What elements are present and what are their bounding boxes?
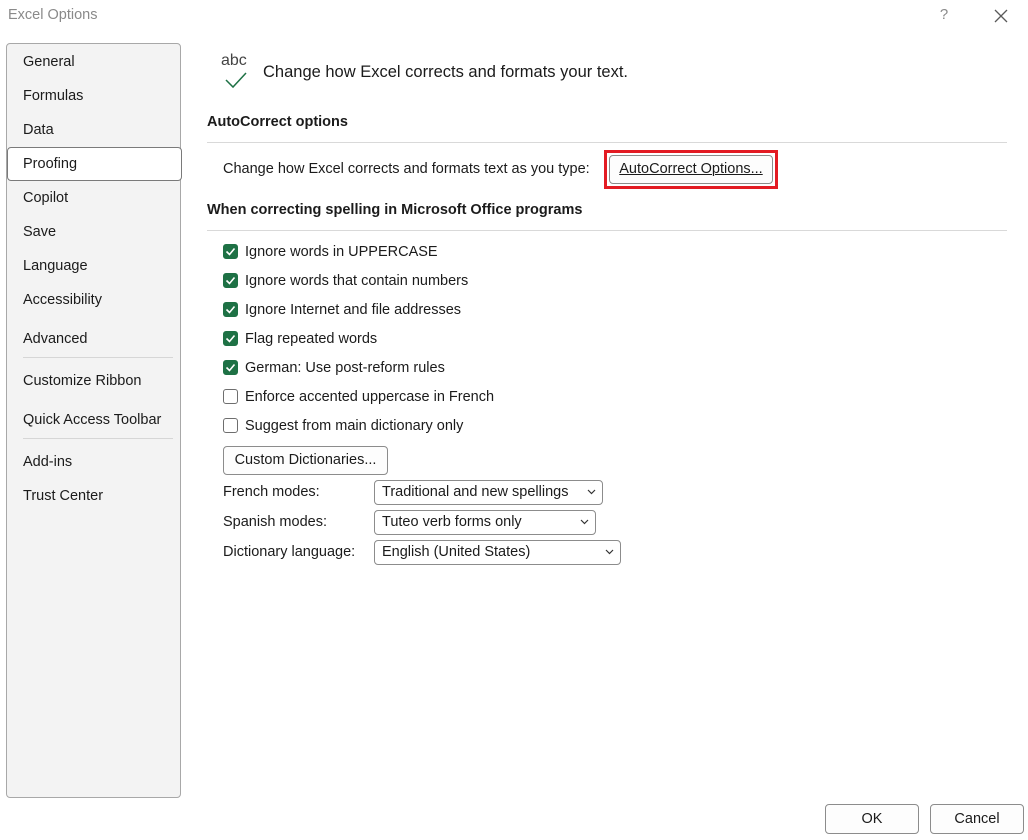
sidebar-item-add-ins[interactable]: Add-ins [7, 445, 182, 479]
chevron-down-icon [580, 519, 589, 525]
checkbox-flag-repeated[interactable]: Flag repeated words [223, 328, 623, 350]
dictionary-language-select[interactable]: English (United States) [374, 540, 621, 565]
sidebar-item-quick-access-toolbar[interactable]: Quick Access Toolbar [7, 403, 182, 437]
dictionary-language-label: Dictionary language: [223, 544, 356, 560]
checkbox-unchecked[interactable] [223, 418, 238, 433]
autocorrect-label: Change how Excel corrects and formats te… [223, 161, 590, 177]
close-icon[interactable] [990, 5, 1012, 27]
sidebar-item-proofing[interactable]: Proofing [7, 147, 182, 181]
checkbox-label: Ignore words in UPPERCASE [245, 244, 438, 260]
checkbox-label: German: Use post-reform rules [245, 360, 445, 376]
sidebar-item-copilot[interactable]: Copilot [7, 181, 182, 215]
sidebar-item-accessibility[interactable]: Accessibility [7, 283, 182, 317]
checkbox-checked[interactable] [223, 302, 238, 317]
checkbox-unchecked[interactable] [223, 389, 238, 404]
sidebar-divider [23, 438, 173, 439]
sidebar-item-save[interactable]: Save [7, 215, 182, 249]
dictionary-language-value: English (United States) [382, 544, 531, 560]
cancel-button[interactable]: Cancel [930, 804, 1024, 834]
spelling-section-title: When correcting spelling in Microsoft Of… [207, 202, 583, 218]
chevron-down-icon [605, 549, 614, 555]
french-modes-select[interactable]: Traditional and new spellings [374, 480, 603, 505]
sidebar-item-language[interactable]: Language [7, 249, 182, 283]
checkbox-label: Flag repeated words [245, 331, 378, 347]
sidebar-item-customize-ribbon[interactable]: Customize Ribbon [7, 364, 182, 398]
checkbox-label: Ignore Internet and file addresses [245, 302, 462, 318]
autocorrect-options-button[interactable]: AutoCorrect Options... [609, 155, 773, 184]
ok-button[interactable]: OK [825, 804, 919, 834]
french-modes-label: French modes: [223, 484, 320, 500]
checkbox-label: Suggest from main dictionary only [245, 418, 464, 434]
sidebar-nav: General Formulas Data Proofing Copilot S… [6, 43, 182, 798]
abc-icon-text: abc [221, 52, 247, 69]
section-divider [207, 230, 1007, 231]
checkbox-label: Enforce accented uppercase in French [245, 389, 495, 405]
checkbox-checked[interactable] [223, 331, 238, 346]
sidebar-item-general[interactable]: General [7, 45, 182, 79]
page-description: Change how Excel corrects and formats yo… [263, 63, 628, 81]
sidebar-item-data[interactable]: Data [7, 113, 182, 147]
sidebar-item-formulas[interactable]: Formulas [7, 79, 182, 113]
checkbox-checked[interactable] [223, 244, 238, 259]
checkbox-ignore-numbers[interactable]: Ignore words that contain numbers [223, 270, 623, 292]
checkbox-ignore-internet-addresses[interactable]: Ignore Internet and file addresses [223, 299, 623, 321]
spanish-modes-select[interactable]: Tuteo verb forms only [374, 510, 596, 535]
checkbox-checked[interactable] [223, 360, 238, 375]
checkbox-label: Ignore words that contain numbers [245, 273, 469, 289]
spanish-modes-label: Spanish modes: [223, 514, 327, 530]
sidebar-divider [23, 357, 173, 358]
chevron-down-icon [587, 489, 596, 495]
help-icon[interactable]: ? [934, 5, 954, 25]
checkbox-enforce-accented-french[interactable]: Enforce accented uppercase in French [223, 386, 623, 408]
checkbox-german-post-reform[interactable]: German: Use post-reform rules [223, 357, 623, 379]
abc-check-icon: abc [220, 52, 254, 92]
french-modes-value: Traditional and new spellings [382, 484, 569, 500]
checkbox-checked[interactable] [223, 273, 238, 288]
custom-dictionaries-button[interactable]: Custom Dictionaries... [223, 446, 388, 475]
autocorrect-section-title: AutoCorrect options [207, 114, 348, 130]
checkbox-ignore-uppercase[interactable]: Ignore words in UPPERCASE [223, 241, 623, 263]
sidebar-item-advanced[interactable]: Advanced [7, 322, 182, 356]
section-divider [207, 142, 1007, 143]
spanish-modes-value: Tuteo verb forms only [382, 514, 522, 530]
checkbox-suggest-main-dictionary[interactable]: Suggest from main dictionary only [223, 415, 623, 437]
sidebar-item-trust-center[interactable]: Trust Center [7, 479, 182, 513]
window-title: Excel Options [8, 7, 98, 23]
